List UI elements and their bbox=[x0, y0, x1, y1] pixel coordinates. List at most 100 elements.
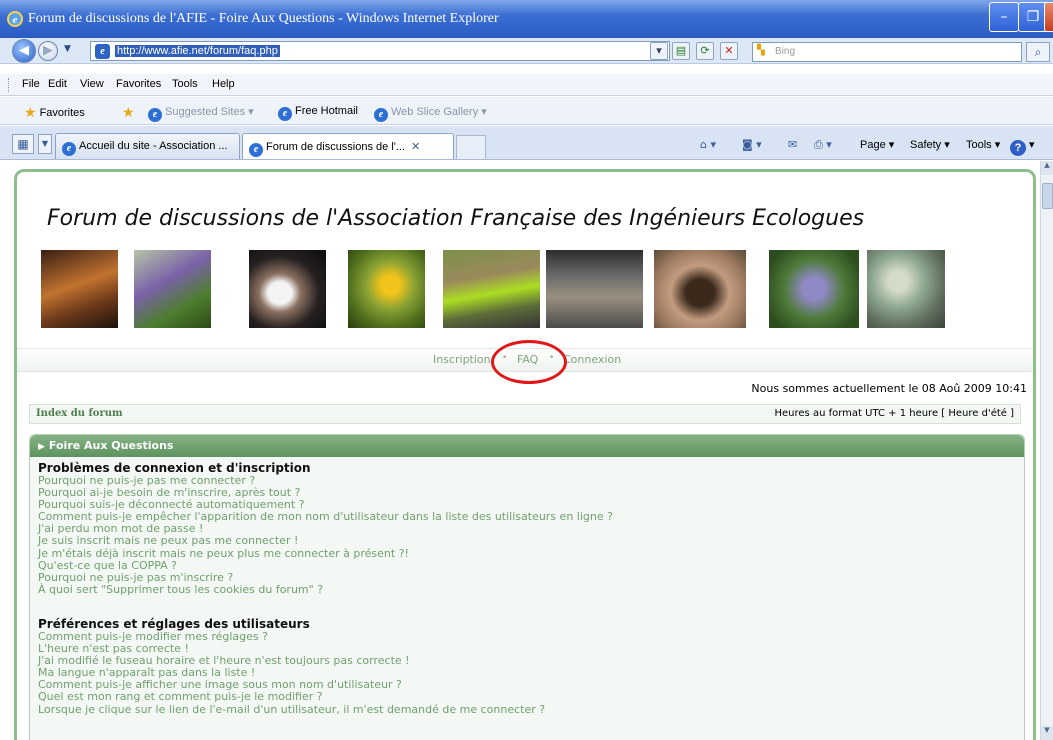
tools-menu[interactable]: Tools ▾ bbox=[966, 138, 1000, 151]
home-icon[interactable]: ⌂ ▾ bbox=[700, 138, 716, 151]
toolbar-grip[interactable] bbox=[8, 78, 10, 92]
svg-text:e: e bbox=[13, 14, 18, 26]
close-tab-icon[interactable]: ✕ bbox=[411, 141, 420, 153]
stop-icon[interactable]: ✕ bbox=[720, 42, 738, 60]
page-favicon-icon: e bbox=[95, 44, 110, 59]
menu-help[interactable]: Help bbox=[212, 78, 235, 90]
suggested-sites-label: Suggested Sites ▾ bbox=[165, 106, 254, 118]
print-icon[interactable]: ⎙ ▾ bbox=[814, 138, 832, 152]
expand-arrow-icon: ▶ bbox=[38, 442, 45, 452]
page-viewport: Forum de discussions de l'Association Fr… bbox=[0, 161, 1040, 740]
ie-logo-icon: e bbox=[7, 11, 23, 27]
question-list-login: Pourquoi ne puis-je pas me connecter ? P… bbox=[38, 474, 613, 596]
forum-container: Forum de discussions de l'Association Fr… bbox=[14, 169, 1036, 740]
banner-photo-soil bbox=[654, 250, 746, 328]
section-heading-preferences: Préférences et réglages des utilisateurs bbox=[38, 617, 310, 631]
scroll-thumb[interactable] bbox=[1042, 183, 1053, 209]
faq-question-link[interactable]: Qu'est-ce que la COPPA ? bbox=[38, 559, 613, 572]
address-bar: ◀ ▶ ▼ e http://www.afie.net/forum/faq.ph… bbox=[0, 38, 1053, 64]
banner-photo-conference bbox=[41, 250, 118, 328]
url-input[interactable]: e http://www.afie.net/forum/faq.php bbox=[90, 41, 670, 61]
tab-forum[interactable]: e Forum de discussions de l'... ✕ bbox=[242, 133, 454, 159]
banner-photo-bird bbox=[546, 250, 643, 328]
favorites-label: Favorites bbox=[39, 107, 85, 119]
url-dropdown-button[interactable]: ▾ bbox=[650, 42, 668, 60]
favorites-bar: ★ Favorites ★ e Suggested Sites ▾ e Free Ho… bbox=[0, 97, 1053, 125]
faq-question-link[interactable]: Quel est mon rang et comment puis-je le … bbox=[38, 691, 545, 703]
recent-pages-dropdown[interactable]: ▼ bbox=[64, 44, 71, 54]
favorites-button[interactable]: ★ Favorites bbox=[24, 105, 85, 121]
new-tab-button[interactable] bbox=[456, 135, 486, 159]
question-list-preferences: Comment puis-je modifier mes réglages ? … bbox=[38, 630, 545, 716]
quick-tabs-icon[interactable]: ▦ bbox=[12, 134, 34, 154]
bing-logo-icon: ▚ bbox=[757, 45, 765, 56]
connexion-link[interactable]: Connexion bbox=[563, 353, 621, 366]
menu-favorites[interactable]: Favorites bbox=[116, 78, 161, 90]
banner-photo-lichen bbox=[867, 250, 945, 328]
current-datetime: Nous sommes actuellement le 08 Aoû 2009 … bbox=[751, 382, 1027, 395]
faq-question-link[interactable]: Je m'étais déjà inscrit mais ne peux plu… bbox=[38, 547, 613, 560]
add-favorite-button[interactable]: ★ bbox=[122, 105, 138, 121]
breadcrumb: Index du forum Heures au format UTC + 1 … bbox=[29, 404, 1021, 424]
red-highlight-circle bbox=[491, 340, 567, 384]
menu-bar: File Edit View Favorites Tools Help bbox=[0, 74, 1053, 96]
ie-page-icon: e bbox=[374, 108, 388, 122]
tab-accueil[interactable]: e Accueil du site - Association ... bbox=[55, 133, 240, 159]
photo-banner bbox=[41, 250, 981, 330]
scroll-down-arrow-icon[interactable]: ▼ bbox=[1041, 726, 1053, 740]
feeds-icon[interactable]: ◙ ▾ bbox=[742, 138, 762, 151]
safety-menu[interactable]: Safety ▾ bbox=[910, 138, 950, 151]
menu-tools[interactable]: Tools bbox=[172, 78, 198, 90]
help-menu[interactable]: ? ▾ bbox=[1010, 138, 1035, 156]
title-bar: e Forum de discussions de l'AFIE - Foire… bbox=[0, 0, 1053, 38]
menu-file[interactable]: File bbox=[22, 78, 40, 90]
ie-page-icon: e bbox=[148, 108, 162, 122]
vertical-scrollbar[interactable]: ▲ ▼ bbox=[1040, 161, 1053, 740]
favorites-star-icon: ★ bbox=[24, 105, 37, 121]
window-title: Forum de discussions de l'AFIE - Foire A… bbox=[28, 11, 499, 26]
search-placeholder: Bing bbox=[775, 46, 796, 57]
add-favorite-icon: ★ bbox=[122, 105, 135, 121]
search-button[interactable]: ⌕ bbox=[1026, 42, 1050, 62]
url-text[interactable]: http://www.afie.net/forum/faq.php bbox=[115, 45, 280, 57]
faq-question-link[interactable]: À quoi sert "Supprimer tous les cookies … bbox=[38, 583, 613, 596]
ie-page-icon: e bbox=[278, 107, 292, 121]
timezone-info: Heures au format UTC + 1 heure [ Heure d… bbox=[774, 408, 1015, 419]
free-hotmail-link[interactable]: e Free Hotmail bbox=[278, 105, 358, 121]
forward-button[interactable]: ▶ bbox=[38, 41, 58, 61]
forum-title: Forum de discussions de l'Association Fr… bbox=[47, 206, 865, 231]
faq-header: ▶ Foire Aux Questions bbox=[30, 435, 1024, 457]
ie-page-icon: e bbox=[62, 142, 76, 156]
menu-view[interactable]: View bbox=[80, 78, 104, 90]
banner-photo-bee bbox=[348, 250, 425, 328]
inscription-link[interactable]: Inscription bbox=[433, 353, 491, 366]
tab-label: Accueil du site - Association ... bbox=[79, 140, 228, 152]
back-button[interactable]: ◀ bbox=[12, 39, 36, 63]
web-slice-label: Web Slice Gallery ▾ bbox=[391, 106, 487, 118]
refresh-icon[interactable]: ⟳ bbox=[696, 42, 714, 60]
close-window-button[interactable]: ✕ bbox=[1044, 2, 1053, 32]
menu-edit[interactable]: Edit bbox=[48, 78, 67, 90]
faq-heading-text: Foire Aux Questions bbox=[48, 439, 174, 452]
scroll-up-arrow-icon[interactable]: ▲ bbox=[1041, 161, 1053, 175]
web-slice-gallery-link[interactable]: e Web Slice Gallery ▾ bbox=[374, 105, 487, 122]
forum-index-link[interactable]: Index du forum bbox=[36, 408, 123, 419]
help-icon: ? bbox=[1010, 140, 1026, 156]
section-heading-login: Problèmes de connexion et d'inscription bbox=[38, 461, 311, 475]
faq-panel: ▶ Foire Aux Questions Problèmes de connex… bbox=[29, 434, 1025, 740]
faq-question-link[interactable]: Lorsque je clique sur le lien de l'e-mai… bbox=[38, 703, 545, 716]
page-menu[interactable]: Page ▾ bbox=[860, 138, 894, 151]
tab-list-dropdown[interactable]: ▼ bbox=[38, 134, 52, 154]
tools-label: Tools ▾ bbox=[966, 139, 1001, 151]
minimize-button[interactable]: – bbox=[989, 2, 1019, 32]
compatibility-view-icon[interactable]: ▤ bbox=[672, 42, 690, 60]
suggested-sites-link[interactable]: e Suggested Sites ▾ bbox=[148, 105, 254, 122]
tab-label: Forum de discussions de l'... bbox=[266, 141, 406, 153]
banner-photo-flowers bbox=[134, 250, 211, 328]
banner-photo-butterfly bbox=[769, 250, 859, 328]
faq-question-link[interactable]: Je suis inscrit mais ne peux pas me conn… bbox=[38, 535, 613, 547]
banner-photo-worker bbox=[443, 250, 540, 328]
ie-page-icon: e bbox=[249, 143, 263, 157]
search-input[interactable]: ▚ Bing bbox=[752, 42, 1022, 62]
read-mail-icon[interactable]: ✉ bbox=[788, 138, 797, 151]
